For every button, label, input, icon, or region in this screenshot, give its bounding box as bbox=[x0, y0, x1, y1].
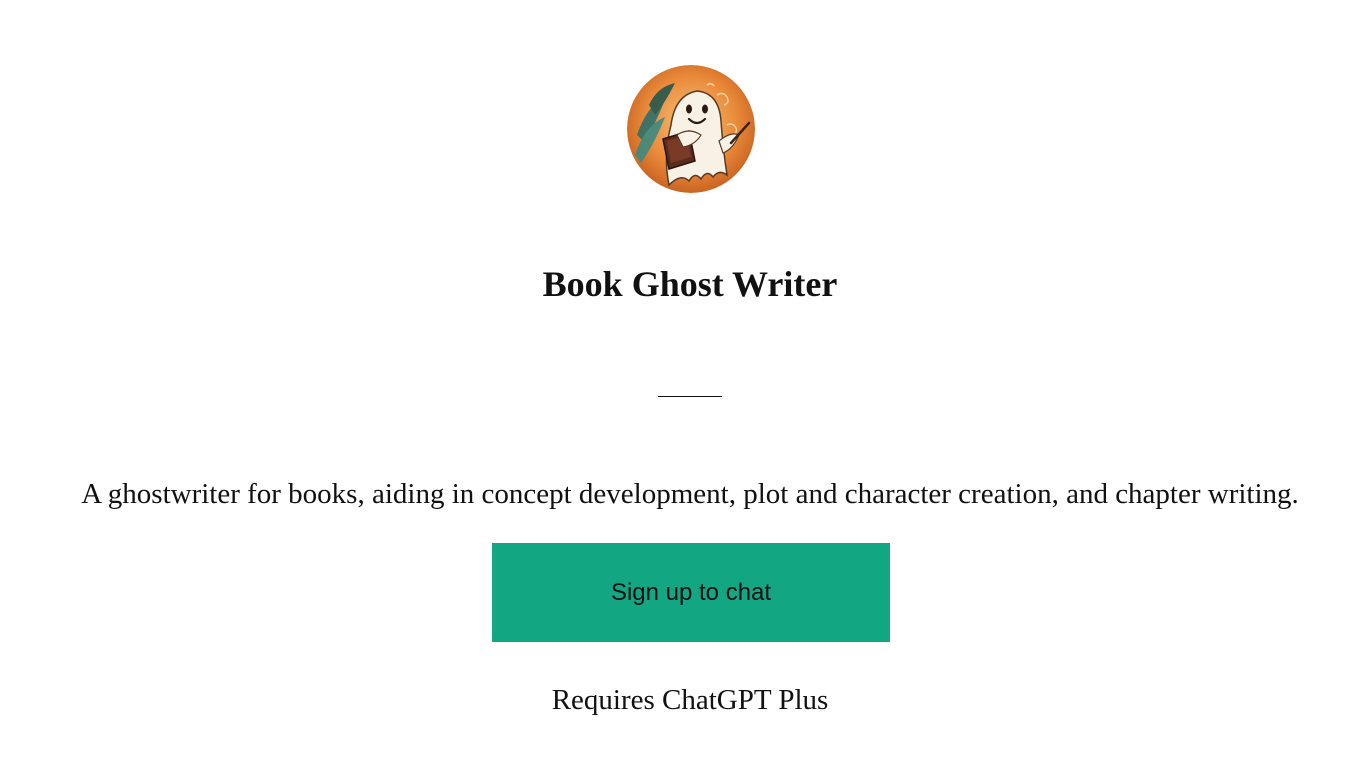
ghost-writer-avatar-icon bbox=[627, 65, 755, 193]
gpt-title: Book Ghost Writer bbox=[542, 264, 838, 304]
requires-plus-note: Requires ChatGPT Plus bbox=[551, 684, 829, 716]
sign-up-to-chat-button[interactable]: Sign up to chat bbox=[492, 543, 890, 642]
gpt-description: A ghostwriter for books, aiding in conce… bbox=[81, 478, 1299, 510]
divider bbox=[658, 396, 722, 397]
gpt-landing-page: Book Ghost Writer A ghostwriter for book… bbox=[0, 0, 1360, 764]
ghost-avatar-illustration bbox=[627, 65, 755, 193]
